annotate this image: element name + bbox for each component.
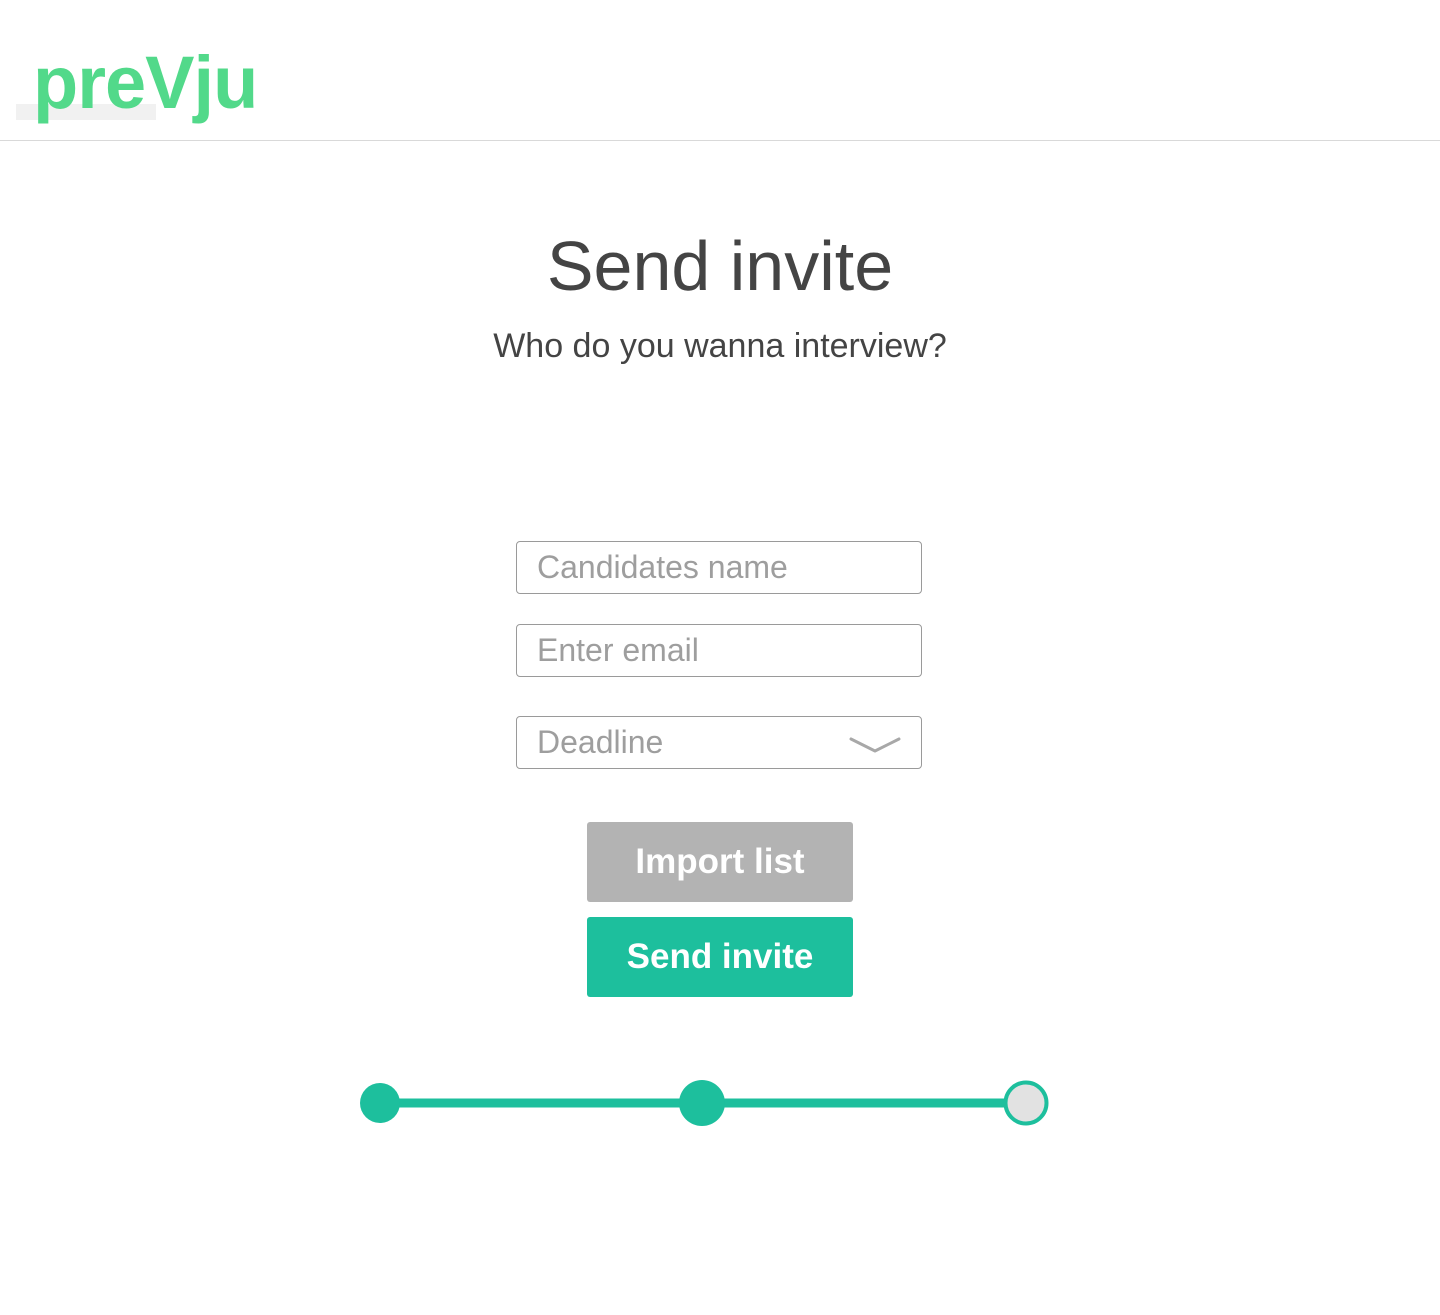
progress-stepper <box>360 1080 1049 1126</box>
email-field[interactable] <box>516 624 922 677</box>
candidate-name-input[interactable] <box>517 542 921 593</box>
page-subtitle: Who do you wanna interview? <box>493 327 947 365</box>
import-list-button[interactable]: Import list <box>587 822 853 902</box>
step-3-dot[interactable] <box>1003 1080 1049 1126</box>
logo[interactable]: preVju <box>33 46 258 120</box>
send-invite-button[interactable]: Send invite <box>587 917 853 997</box>
chevron-down-icon <box>849 737 901 753</box>
email-input[interactable] <box>517 625 921 676</box>
page-title: Send invite <box>546 227 894 305</box>
deadline-select[interactable]: Deadline <box>516 716 922 769</box>
step-2-dot[interactable] <box>679 1080 725 1126</box>
top-header: preVju <box>0 0 1440 141</box>
candidate-name-field[interactable] <box>516 541 922 594</box>
deadline-select-value: Deadline <box>537 724 664 760</box>
step-1-dot[interactable] <box>360 1083 400 1123</box>
